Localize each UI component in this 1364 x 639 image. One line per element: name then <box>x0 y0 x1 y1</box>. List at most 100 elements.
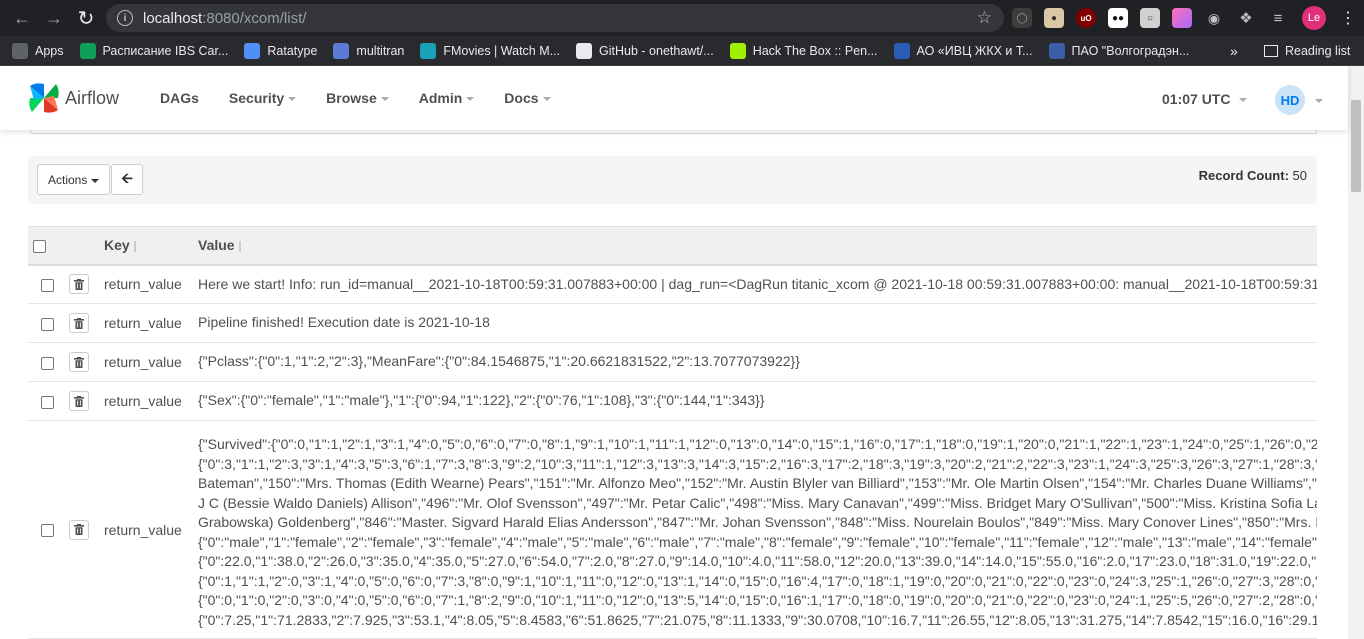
menu-item-security[interactable]: Security <box>229 90 297 106</box>
bookmark-item[interactable]: GitHub - onethawt/... <box>568 38 722 64</box>
bookmark-item[interactable]: Hack The Box :: Pen... <box>722 38 886 64</box>
bookmark-label: Ratatype <box>267 43 318 58</box>
menu-item-docs[interactable]: Docs <box>504 90 551 106</box>
table-header-row: Key Value <box>28 226 1317 266</box>
actions-label: Actions <box>48 172 88 187</box>
bookmark-item[interactable]: Расписание IBS Car... <box>72 38 237 64</box>
row-checkbox[interactable] <box>41 279 54 293</box>
forward-arrow-icon[interactable]: → <box>38 4 70 32</box>
delete-record-button[interactable] <box>69 519 89 540</box>
airflow-pinwheel-logo-icon[interactable] <box>26 80 62 116</box>
select-all-checkbox[interactable] <box>33 240 46 254</box>
reload-icon[interactable]: ↻ <box>70 4 102 32</box>
value-text: {"Survived":{"0":0,"1":1,"2":1,"3":1,"4"… <box>198 436 1317 452</box>
record-count: Record Count: 50 <box>1199 168 1307 183</box>
list-toolbar: Actions 🡨 Record Count: 50 <box>28 156 1317 204</box>
row-select-cell <box>28 264 58 304</box>
utc-clock[interactable]: 01:07 UTC <box>1162 91 1248 107</box>
delete-record-button[interactable] <box>69 391 89 411</box>
profile-avatar[interactable]: Le <box>1302 6 1326 30</box>
bookmark-star-icon[interactable]: ☆ <box>977 8 992 28</box>
url-text[interactable]: localhost:8080/xcom/list/ <box>143 10 306 27</box>
extensions-area: ◯ ● uO ●● ○ ◉ ❖ ≡ Le ⋮ <box>1012 6 1356 30</box>
xcom-list-content: Actions 🡨 Record Count: 50 Key Value ret… <box>0 130 1348 639</box>
key-column-header[interactable]: Key <box>104 226 198 266</box>
extension-icon[interactable]: ●● <box>1108 8 1128 28</box>
trash-icon <box>74 356 84 368</box>
xcom-table: Key Value return_value Here we start! Inf… <box>28 226 1317 639</box>
row-select-cell <box>28 381 58 421</box>
user-avatar[interactable]: HD <box>1275 85 1305 115</box>
ivc-icon <box>893 42 910 59</box>
key-text: return_value <box>104 521 182 538</box>
bookmarks-overflow-chevron-icon[interactable]: » <box>1230 36 1238 66</box>
value-text: Grabowska) Goldenberg","846":"Master. Si… <box>198 514 1317 530</box>
value-text: {"0":1,"1":1,"2":0,"3":1,"4":0,"5":0,"6"… <box>198 572 1317 589</box>
airflow-brand[interactable]: Airflow <box>65 88 119 109</box>
key-cell: return_value <box>104 303 198 343</box>
value-text: {"0":7.25,"1":71.2833,"2":7.925,"3":53.1… <box>198 611 1317 628</box>
row-checkbox[interactable] <box>41 395 54 409</box>
value-text: {"Sex":{"0":"female","1":"male"},"1":{"0… <box>198 392 765 409</box>
row-select-cell <box>28 342 58 382</box>
bookmark-label: FMovies | Watch M... <box>443 43 561 58</box>
value-column-header[interactable]: Value <box>198 226 1317 266</box>
menu-item-dags[interactable]: DAGs <box>160 90 199 106</box>
reading-list-button[interactable]: Reading list <box>1264 36 1350 66</box>
scrollbar-thumb[interactable] <box>1351 100 1361 192</box>
trash-icon <box>74 317 84 329</box>
media-controls-icon[interactable]: ≡ <box>1268 8 1288 28</box>
address-bar[interactable]: i localhost:8080/xcom/list/ ☆ <box>106 4 1004 32</box>
puzzle-icon[interactable]: ❖ <box>1236 8 1256 28</box>
camera-icon[interactable]: ◉ <box>1204 8 1224 28</box>
key-text: return_value <box>104 315 182 331</box>
trash-icon <box>74 395 84 407</box>
delete-record-button[interactable] <box>69 313 89 333</box>
key-text: return_value <box>104 393 182 409</box>
table-row: return_value Pipeline finished! Execution… <box>28 303 1317 343</box>
select-all-cell <box>28 226 58 266</box>
bookmark-item[interactable]: Apps <box>4 38 72 64</box>
delete-record-button[interactable] <box>69 274 89 295</box>
chevron-down-icon[interactable] <box>1315 99 1323 103</box>
url-host: localhost <box>143 9 203 27</box>
value-text: {"Pclass":{"0":1,"1":2,"2":3},"MeanFare"… <box>198 353 800 370</box>
kebab-menu-icon[interactable]: ⋮ <box>1340 8 1356 28</box>
table-row: return_value Here we start! Info: run_id=… <box>28 264 1317 304</box>
value-cell: Pipeline finished! Execution date is 202… <box>198 303 1317 343</box>
row-checkbox[interactable] <box>41 317 54 331</box>
menu-item-admin[interactable]: Admin <box>419 90 475 106</box>
menu-item-browse[interactable]: Browse <box>326 90 389 106</box>
bookmark-item[interactable]: ПАО "Волгоградэн... <box>1041 38 1198 64</box>
page-scrollbar[interactable] <box>1348 66 1364 639</box>
back-button[interactable]: 🡨 <box>111 164 143 195</box>
fmovies-icon <box>420 42 437 59</box>
ublock-icon[interactable]: uO <box>1076 8 1096 28</box>
extension-icon[interactable]: ● <box>1044 8 1064 28</box>
extension-icon[interactable]: ◯ <box>1012 8 1032 28</box>
value-cell: Here we start! Info: run_id=manual__2021… <box>198 264 1317 304</box>
row-checkbox[interactable] <box>41 524 54 538</box>
chevron-down-icon <box>1239 98 1248 102</box>
menu-item-label: DAGs <box>160 90 199 106</box>
key-cell: return_value <box>104 381 198 421</box>
browser-toolbar: ← → ↻ i localhost:8080/xcom/list/ ☆ ◯ ● … <box>0 0 1364 36</box>
bookmark-item[interactable]: АО «ИВЦ ЖКХ и Т... <box>886 38 1041 64</box>
bookmarks-list: Apps Расписание IBS Car... Ratatype multitr… <box>4 38 1197 64</box>
site-info-icon[interactable]: i <box>117 10 133 26</box>
key-header-label: Key <box>104 237 130 254</box>
extension-icon[interactable] <box>1172 8 1192 28</box>
arrow-left-icon: 🡨 <box>121 169 133 186</box>
apps-grid-icon <box>12 42 28 59</box>
bookmark-item[interactable]: multitran <box>325 38 412 64</box>
row-checkbox[interactable] <box>41 356 54 370</box>
extension-icon[interactable]: ○ <box>1140 8 1160 28</box>
bookmark-item[interactable]: FMovies | Watch M... <box>412 38 568 64</box>
delete-record-button[interactable] <box>69 352 89 372</box>
actions-dropdown-button[interactable]: Actions <box>37 164 111 195</box>
back-arrow-icon[interactable]: ← <box>6 4 38 32</box>
bookmark-item[interactable]: Ratatype <box>236 38 325 64</box>
value-header-label: Value <box>198 237 235 254</box>
bookmark-label: АО «ИВЦ ЖКХ и Т... <box>916 43 1033 58</box>
bookmark-label: Hack The Box :: Pen... <box>752 43 878 58</box>
